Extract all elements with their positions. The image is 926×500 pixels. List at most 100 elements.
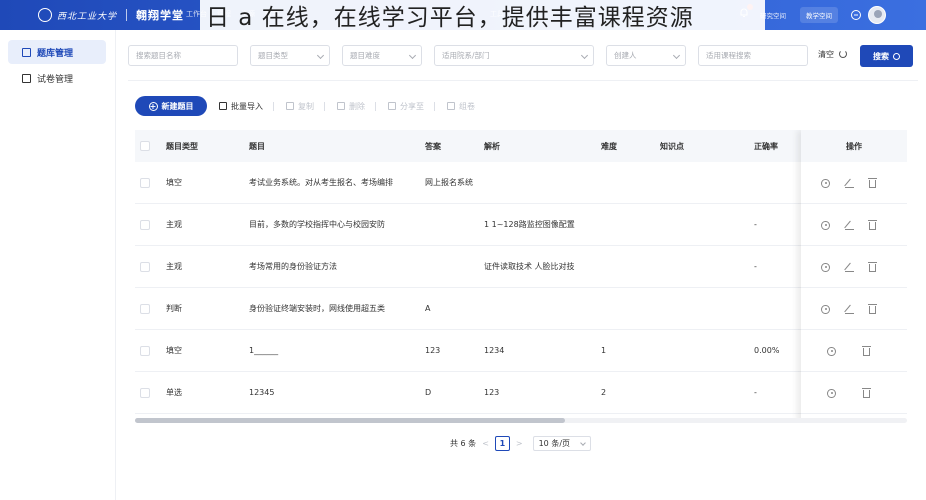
brand-name: 翱翔学堂 [136, 9, 185, 22]
view-icon[interactable] [821, 262, 830, 272]
cell-difficulty [601, 204, 641, 245]
cell-accuracy: - [754, 262, 757, 271]
page-size-select[interactable]: 10 条/页 [532, 435, 591, 451]
table-row[interactable]: 主观 目前，多数的学校指挥中心与校园安防 1 1~128路监控图像配置 - [135, 204, 907, 246]
view-icon[interactable] [827, 346, 836, 356]
column-header-type: 题目类型 [166, 141, 198, 151]
cell-type: 填空 [166, 178, 182, 187]
question-table: 题目类型 题目 答案 解析 难度 知识点 正确率 填空 考试业务系统。对从考生报… [135, 130, 907, 423]
cell-knowledge [660, 204, 720, 245]
column-header-title: 题目 [249, 141, 265, 151]
question-bank-icon [22, 47, 31, 57]
edit-icon[interactable] [845, 179, 854, 188]
row-checkbox[interactable] [140, 261, 150, 272]
clear-button[interactable]: 清空 [818, 49, 834, 60]
delete-icon[interactable] [868, 261, 877, 272]
toolbar-separator [375, 101, 376, 111]
university-logo[interactable]: 西北工业大学 翱翔学堂 [38, 7, 184, 23]
logo-text: 西北工业大学 [57, 11, 118, 22]
creator-select[interactable]: 创建人 [606, 45, 686, 66]
next-page-button[interactable]: > [516, 439, 523, 448]
cell-accuracy [754, 162, 799, 203]
select-all-checkbox[interactable] [140, 141, 150, 151]
row-checkbox[interactable] [140, 219, 150, 230]
cell-answer: 网上报名系统 [425, 178, 473, 187]
select-placeholder: 题目类型 [258, 51, 288, 60]
cell-knowledge [660, 246, 720, 287]
edit-icon[interactable] [845, 263, 854, 272]
delete-icon[interactable] [868, 177, 877, 188]
cell-accuracy [754, 288, 799, 329]
cell-knowledge [660, 288, 720, 329]
cell-analysis: 证件读取技术 人脸比对技 [484, 262, 575, 271]
logo-divider [126, 9, 128, 21]
cell-knowledge [660, 162, 720, 203]
table-row[interactable]: 主观 考场常用的身份验证方法 证件读取技术 人脸比对技 - [135, 246, 907, 288]
share-button[interactable]: 分享至 [388, 101, 424, 112]
table-row[interactable]: 判断 身份验证终端安装时，网线使用超五类 A [135, 288, 907, 330]
view-icon[interactable] [821, 304, 830, 314]
sidebar-item-question-bank[interactable]: 题库管理 [8, 40, 106, 64]
edit-icon[interactable] [845, 305, 854, 314]
compose-paper-button[interactable]: 组卷 [447, 101, 475, 112]
view-icon[interactable] [827, 388, 836, 398]
plus-circle-icon: + [148, 101, 158, 111]
copy-icon [286, 102, 294, 110]
search-button[interactable]: 搜索 [860, 45, 913, 67]
horizontal-scrollbar-thumb[interactable] [135, 418, 565, 423]
select-placeholder: 题目难度 [350, 51, 380, 60]
row-checkbox[interactable] [140, 177, 150, 188]
table-row[interactable]: 填空 1______ 123 1234 1 0.00% [135, 330, 907, 372]
question-type-select[interactable]: 题目类型 [250, 45, 330, 66]
cell-knowledge [660, 330, 720, 371]
refresh-icon[interactable] [839, 50, 847, 58]
cell-analysis [484, 162, 584, 203]
sidebar-item-label: 题库管理 [37, 48, 74, 59]
row-checkbox[interactable] [140, 345, 150, 356]
course-search-input[interactable]: 适用课程搜索 [698, 45, 808, 66]
row-checkbox[interactable] [140, 387, 150, 398]
toolbar-separator [434, 101, 435, 111]
chevron-down-icon [580, 51, 589, 60]
page-size-value: 10 条/页 [538, 438, 571, 448]
difficulty-select[interactable]: 题目难度 [342, 45, 422, 66]
copy-button[interactable]: 复制 [286, 101, 314, 112]
cell-answer [425, 246, 477, 287]
teaching-space-link[interactable]: 教学空间 [800, 7, 838, 23]
cell-type: 主观 [166, 220, 182, 229]
cell-answer: A [425, 304, 431, 313]
question-name-search-input[interactable]: 搜索题目名称 [128, 45, 238, 66]
new-question-button[interactable]: + 新建题目 [135, 96, 207, 116]
pagination: 共 6 条 < 1 > 10 条/页 [450, 435, 591, 451]
table-row[interactable]: 单选 12345 D 123 2 - [135, 372, 907, 414]
delete-icon[interactable] [868, 219, 877, 230]
delete-button[interactable]: 删除 [337, 101, 365, 112]
share-icon [388, 102, 396, 110]
page-number-current[interactable]: 1 [494, 435, 510, 451]
cell-title: 12345 [249, 388, 275, 397]
new-question-label: 新建题目 [161, 101, 194, 111]
cell-title: 考场常用的身份验证方法 [249, 262, 337, 271]
message-icon[interactable] [850, 9, 862, 21]
cell-difficulty [601, 162, 641, 203]
column-header-answer: 答案 [425, 141, 441, 151]
table-row[interactable]: 填空 考试业务系统。对从考生报名、考场编排 网上报名系统 [135, 162, 907, 204]
cell-title: 身份验证终端安装时，网线使用超五类 [249, 304, 385, 313]
user-avatar[interactable] [868, 6, 886, 24]
seal-icon [38, 8, 52, 22]
view-icon[interactable] [821, 178, 830, 188]
delete-icon[interactable] [862, 345, 871, 356]
batch-import-button[interactable]: 批量导入 [219, 101, 263, 112]
row-checkbox[interactable] [140, 303, 150, 314]
prev-page-button[interactable]: < [482, 439, 489, 448]
view-icon[interactable] [821, 220, 830, 230]
sidebar-item-paper-management[interactable]: 试卷管理 [8, 66, 106, 90]
share-label: 分享至 [400, 101, 424, 111]
operations-column [801, 130, 907, 423]
operations-cell [801, 288, 907, 330]
delete-icon[interactable] [868, 303, 877, 314]
edit-icon[interactable] [845, 221, 854, 230]
department-select[interactable]: 适用院系/部门 [434, 45, 594, 66]
cell-accuracy: - [754, 220, 757, 229]
delete-icon[interactable] [862, 387, 871, 398]
